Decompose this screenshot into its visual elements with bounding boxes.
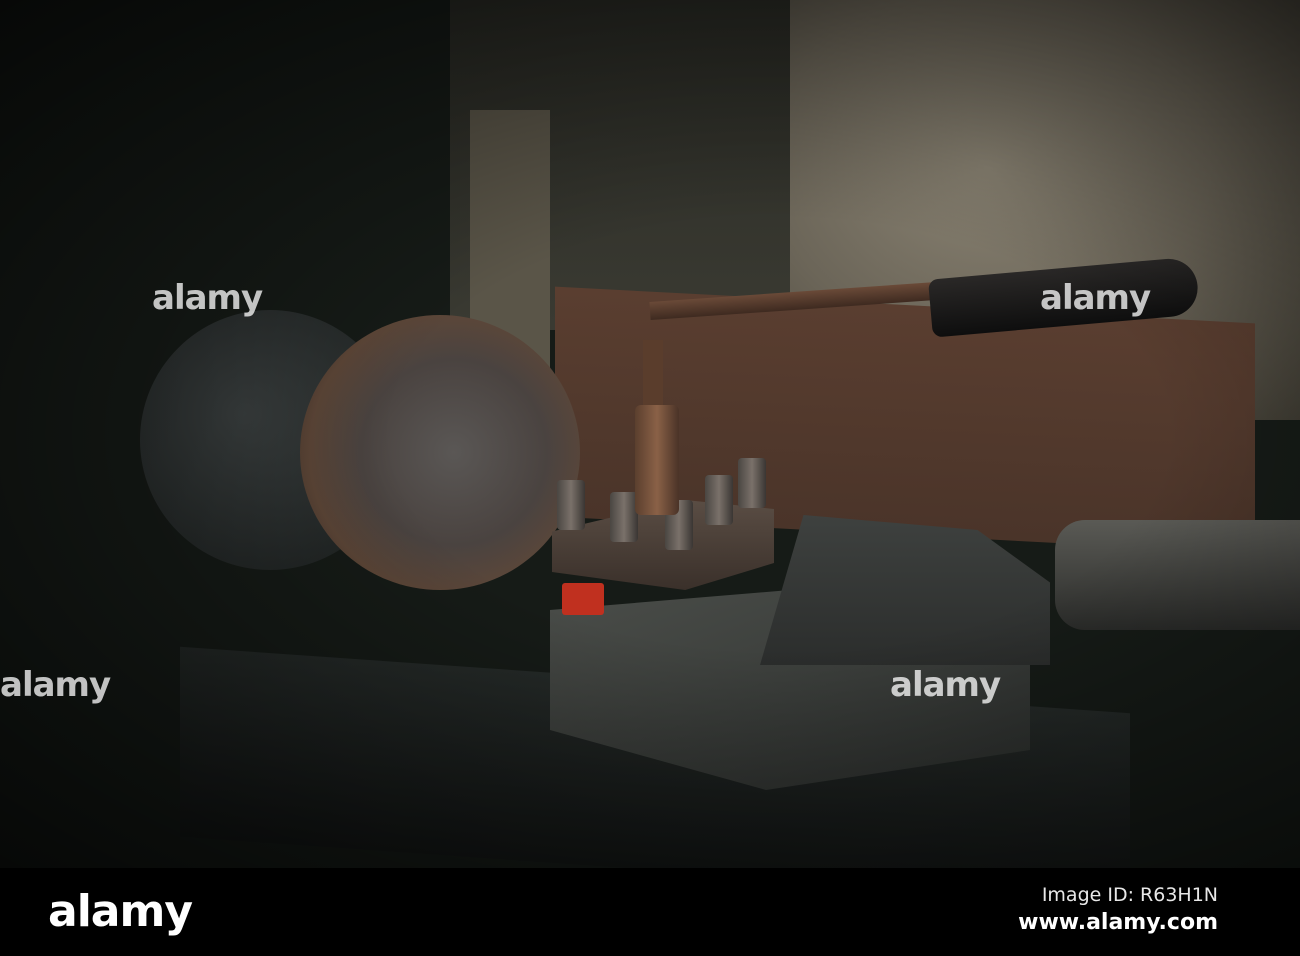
watermark: alamy bbox=[1040, 278, 1151, 318]
watermark: alamy bbox=[890, 665, 1001, 705]
alamy-logo: alamy bbox=[48, 886, 193, 937]
watermark: alamy bbox=[152, 278, 263, 318]
lathe-photo: alamy alamy alamy alamy bbox=[0, 0, 1300, 868]
vignette bbox=[0, 0, 1300, 868]
image-id: Image ID: R63H1N bbox=[1041, 884, 1218, 906]
website-link[interactable]: www.alamy.com bbox=[1018, 910, 1218, 935]
footer-bar: alamy Image ID: R63H1N www.alamy.com bbox=[0, 868, 1300, 956]
watermark: alamy bbox=[0, 665, 111, 705]
